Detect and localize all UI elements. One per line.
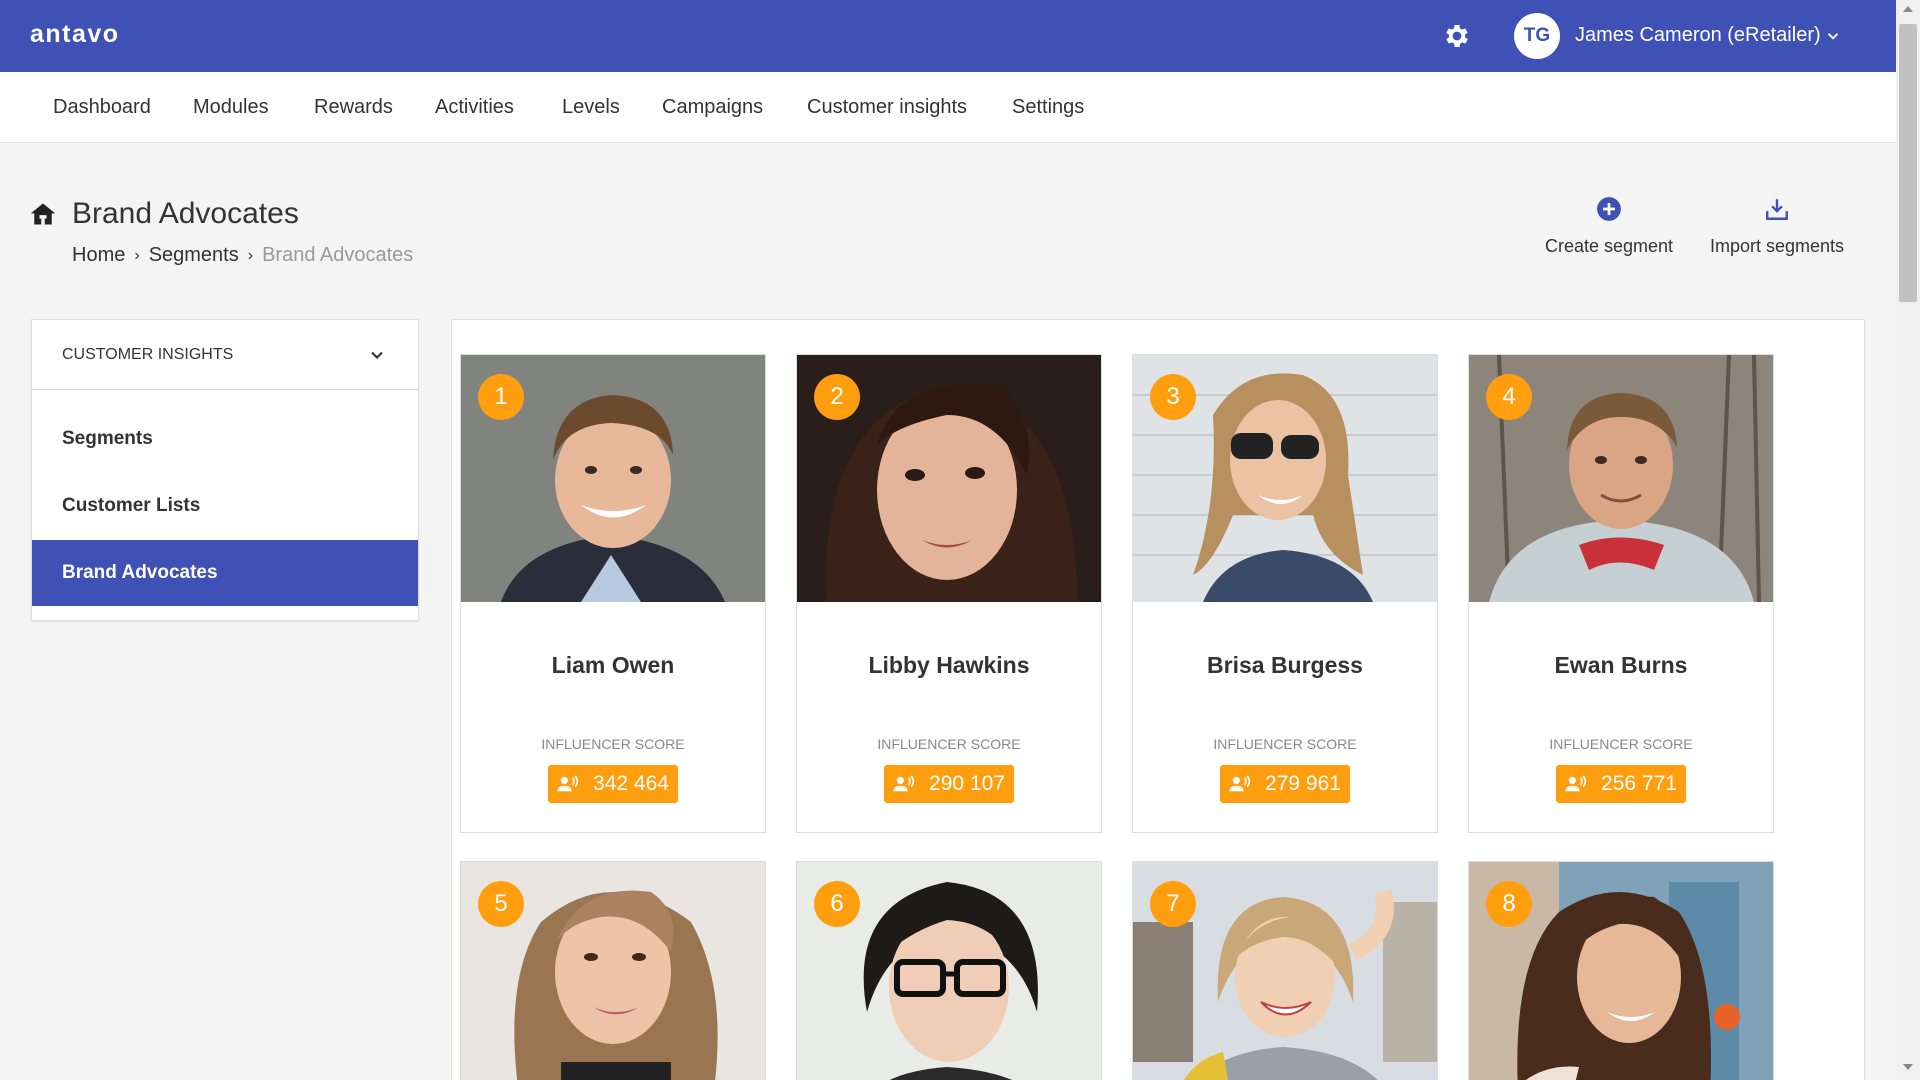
sidebar-item-label: Brand Advocates xyxy=(62,562,218,583)
breadcrumb-current: Brand Advocates xyxy=(262,244,414,266)
advocate-photo: 2 xyxy=(797,355,1101,602)
breadcrumb-home[interactable]: Home xyxy=(72,244,125,267)
influencer-score-label: INFLUENCER SCORE xyxy=(1549,736,1693,752)
rank-badge: 7 xyxy=(1150,881,1196,927)
create-segment-label: Create segment xyxy=(1544,236,1674,256)
nav-settings[interactable]: Settings xyxy=(1012,96,1084,119)
home-icon[interactable] xyxy=(29,200,57,228)
sidebar-item-customer-lists[interactable]: Customer Lists xyxy=(32,473,418,539)
rank-badge: 6 xyxy=(814,881,860,927)
nav-rewards[interactable]: Rewards xyxy=(314,96,393,119)
nav-levels[interactable]: Levels xyxy=(562,96,620,119)
breadcrumb-separator-icon: › xyxy=(134,246,140,264)
advocate-name[interactable]: Brisa Burgess xyxy=(1133,652,1437,679)
page-title: Brand Advocates xyxy=(72,197,299,230)
advocate-photo: 1 xyxy=(461,355,765,602)
sidebar-header-label: CUSTOMER INSIGHTS xyxy=(62,346,234,363)
breadcrumb-segments[interactable]: Segments xyxy=(149,244,239,267)
chevron-down-icon[interactable] xyxy=(1824,27,1842,45)
breadcrumb-separator-icon: › xyxy=(247,246,254,264)
import-segments-label: Import segments xyxy=(1709,236,1845,256)
nav-dashboard[interactable]: Dashboard xyxy=(53,96,151,119)
sidebar-header[interactable]: CUSTOMER INSIGHTS xyxy=(32,320,418,390)
influencer-score-label: INFLUENCER SCORE xyxy=(877,736,1021,752)
sidebar: CUSTOMER INSIGHTS Segments Customer List… xyxy=(31,319,419,621)
advocate-card[interactable]: 8 xyxy=(1468,861,1774,1080)
rank-badge: 4 xyxy=(1486,374,1532,420)
chevron-down-icon[interactable] xyxy=(367,345,387,365)
scroll-down-arrow[interactable] xyxy=(1903,1064,1913,1070)
avatar[interactable]: TG xyxy=(1514,13,1560,59)
rank-badge: 3 xyxy=(1150,374,1196,420)
influencer-score-badge: 279 961 xyxy=(1220,765,1350,803)
top-bar: antavo TG James Cameron (eRetailer) xyxy=(0,0,1896,72)
sidebar-item-segments[interactable]: Segments xyxy=(32,406,418,472)
sidebar-item-label: Segments xyxy=(62,428,153,449)
sidebar-item-label: Customer Lists xyxy=(62,495,201,516)
influencer-score-value: 342 464 xyxy=(593,772,669,795)
gear-icon[interactable] xyxy=(1442,21,1472,51)
import-segments-button[interactable]: Import segments xyxy=(1706,196,1848,257)
advocate-photo: 5 xyxy=(461,862,765,1080)
nav-customer-insights[interactable]: Customer insights xyxy=(807,96,967,119)
advocate-photo: 7 xyxy=(1133,862,1437,1080)
advocate-card[interactable]: 5 xyxy=(460,861,766,1080)
user-name[interactable]: James Cameron (eRetailer) xyxy=(1575,24,1821,47)
main-nav: Dashboard Modules Rewards Activities Lev… xyxy=(0,72,1896,143)
scroll-thumb[interactable] xyxy=(1899,24,1917,302)
influencer-score-label: INFLUENCER SCORE xyxy=(541,736,685,752)
scroll-up-arrow[interactable] xyxy=(1903,6,1913,12)
advocate-photo: 4 xyxy=(1469,355,1773,602)
advocate-photo: 6 xyxy=(797,862,1101,1080)
nav-campaigns[interactable]: Campaigns xyxy=(662,96,763,119)
advocate-name[interactable]: Libby Hawkins xyxy=(797,652,1101,679)
plus-circle-icon xyxy=(1597,197,1621,221)
influencer-score-label: INFLUENCER SCORE xyxy=(1213,736,1357,752)
influencer-score-value: 290 107 xyxy=(929,772,1005,795)
rank-badge: 2 xyxy=(814,374,860,420)
advocate-card[interactable]: 6 xyxy=(796,861,1102,1080)
import-icon xyxy=(1766,199,1788,220)
advocate-card[interactable]: 2 Libby Hawkins INFLUENCER SCORE 290 107 xyxy=(796,354,1102,833)
users-icon xyxy=(557,775,579,792)
nav-modules[interactable]: Modules xyxy=(193,96,269,119)
advocate-card[interactable]: 7 xyxy=(1132,861,1438,1080)
influencer-score-value: 279 961 xyxy=(1265,772,1341,795)
rank-badge: 5 xyxy=(478,881,524,927)
advocate-card[interactable]: 4 Ewan Burns INFLUENCER SCORE 256 771 xyxy=(1468,354,1774,833)
create-segment-button[interactable]: Create segment xyxy=(1544,196,1674,257)
users-icon xyxy=(893,775,915,792)
influencer-score-badge: 290 107 xyxy=(884,765,1014,803)
app-logo[interactable]: antavo xyxy=(30,20,120,49)
advocate-card[interactable]: 1 Liam Owen INFLUENCER SCORE 342 464 xyxy=(460,354,766,833)
nav-activities[interactable]: Activities xyxy=(435,96,514,119)
advocate-name[interactable]: Liam Owen xyxy=(461,652,765,679)
influencer-score-badge: 256 771 xyxy=(1556,765,1686,803)
users-icon xyxy=(1229,775,1251,792)
advocates-panel: 1 Liam Owen INFLUENCER SCORE 342 464 2 L… xyxy=(451,319,1865,1080)
rank-badge: 1 xyxy=(478,374,524,420)
advocate-name[interactable]: Ewan Burns xyxy=(1469,652,1773,679)
advocate-photo: 8 xyxy=(1469,862,1773,1080)
influencer-score-value: 256 771 xyxy=(1601,772,1677,795)
users-icon xyxy=(1565,775,1587,792)
advocate-photo: 3 xyxy=(1133,355,1437,602)
rank-badge: 8 xyxy=(1486,881,1532,927)
breadcrumb: Home › Segments › Brand Advocates xyxy=(72,244,413,267)
advocate-card[interactable]: 3 Brisa Burgess INFLUENCER SCORE 279 961 xyxy=(1132,354,1438,833)
sidebar-item-brand-advocates[interactable]: Brand Advocates xyxy=(32,540,418,606)
influencer-score-badge: 342 464 xyxy=(548,765,678,803)
